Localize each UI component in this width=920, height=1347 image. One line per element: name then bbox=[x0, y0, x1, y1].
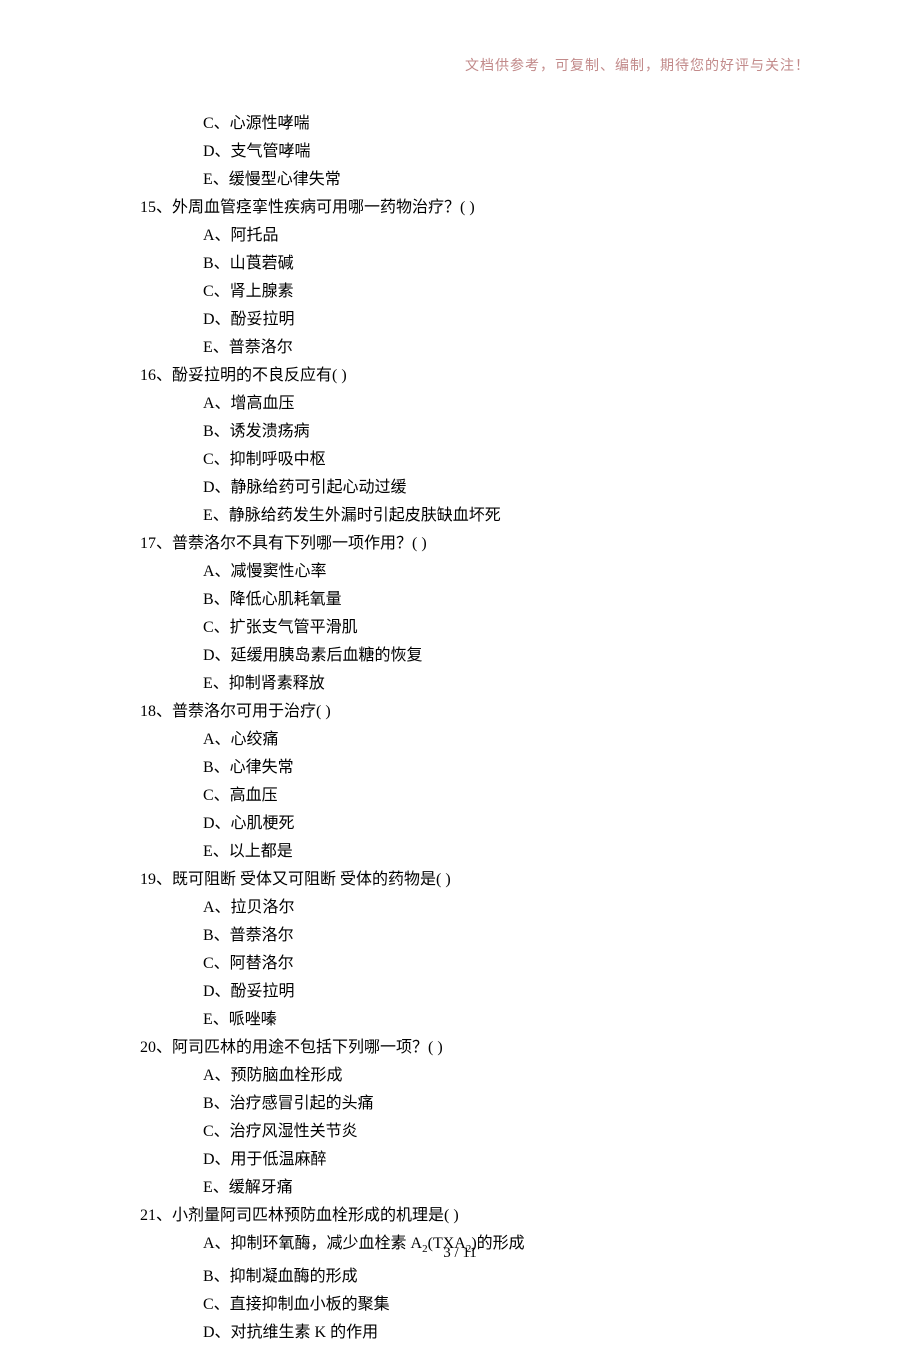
question-number: 19、 bbox=[140, 871, 172, 888]
question-stem: 15、外周血管痉挛性疾病可用哪一药物治疗？( ) bbox=[140, 194, 780, 222]
question-text: 阿司匹林的用途不包括下列哪一项？( ) bbox=[172, 1039, 443, 1056]
question-number: 20、 bbox=[140, 1039, 172, 1056]
list-item: B、治疗感冒引起的头痛 bbox=[140, 1090, 780, 1118]
question-stem: 19、既可阻断 受体又可阻断 受体的药物是( ) bbox=[140, 866, 780, 894]
list-item: B、普萘洛尔 bbox=[140, 922, 780, 950]
list-item: E、静脉给药发生外漏时引起皮肤缺血坏死 bbox=[140, 502, 780, 530]
list-item: A、拉贝洛尔 bbox=[140, 894, 780, 922]
list-item: A、减慢窦性心率 bbox=[140, 558, 780, 586]
list-item: D、静脉给药可引起心动过缓 bbox=[140, 474, 780, 502]
list-item: C、抑制呼吸中枢 bbox=[140, 446, 780, 474]
list-item: C、高血压 bbox=[140, 782, 780, 810]
question-stem: 18、普萘洛尔可用于治疗( ) bbox=[140, 698, 780, 726]
list-item: D、心肌梗死 bbox=[140, 810, 780, 838]
page-number: 3 / 11 bbox=[0, 1245, 920, 1262]
list-item: C、肾上腺素 bbox=[140, 278, 780, 306]
question-text: 普萘洛尔不具有下列哪一项作用？( ) bbox=[172, 535, 427, 552]
list-item: A、增高血压 bbox=[140, 390, 780, 418]
list-item: B、诱发溃疡病 bbox=[140, 418, 780, 446]
question-text: 普萘洛尔可用于治疗( ) bbox=[172, 703, 331, 720]
question-text: 酚妥拉明的不良反应有( ) bbox=[172, 367, 347, 384]
list-item: E、缓解牙痛 bbox=[140, 1174, 780, 1202]
question-text: 小剂量阿司匹林预防血栓形成的机理是( ) bbox=[172, 1207, 459, 1224]
question-number: 15、 bbox=[140, 199, 172, 216]
list-item: C、治疗风湿性关节炎 bbox=[140, 1118, 780, 1146]
question-number: 21、 bbox=[140, 1207, 172, 1224]
list-item: D、酚妥拉明 bbox=[140, 306, 780, 334]
list-item: E、缓慢型心律失常 bbox=[140, 166, 780, 194]
list-item: E、哌唑嗪 bbox=[140, 1006, 780, 1034]
list-item: C、扩张支气管平滑肌 bbox=[140, 614, 780, 642]
list-item: C、心源性哮喘 bbox=[140, 110, 780, 138]
question-number: 16、 bbox=[140, 367, 172, 384]
question-stem: 21、小剂量阿司匹林预防血栓形成的机理是( ) bbox=[140, 1202, 780, 1230]
question-number: 17、 bbox=[140, 535, 172, 552]
list-item: D、支气管哮喘 bbox=[140, 138, 780, 166]
list-item: C、阿替洛尔 bbox=[140, 950, 780, 978]
list-item: D、对抗维生素 K 的作用 bbox=[140, 1319, 780, 1347]
question-text: 既可阻断 受体又可阻断 受体的药物是( ) bbox=[172, 871, 451, 888]
list-item: B、山莨菪碱 bbox=[140, 250, 780, 278]
question-text: 外周血管痉挛性疾病可用哪一药物治疗？( ) bbox=[172, 199, 475, 216]
list-item: E、普萘洛尔 bbox=[140, 334, 780, 362]
question-stem: 17、普萘洛尔不具有下列哪一项作用？( ) bbox=[140, 530, 780, 558]
list-item: A、心绞痛 bbox=[140, 726, 780, 754]
header-note: 文档供参考，可复制、编制，期待您的好评与关注！ bbox=[465, 55, 810, 75]
list-item: E、以上都是 bbox=[140, 838, 780, 866]
document-body: C、心源性哮喘 D、支气管哮喘 E、缓慢型心律失常 15、外周血管痉挛性疾病可用… bbox=[140, 110, 780, 1347]
list-item: A、阿托品 bbox=[140, 222, 780, 250]
list-item: B、抑制凝血酶的形成 bbox=[140, 1263, 780, 1291]
question-number: 18、 bbox=[140, 703, 172, 720]
question-stem: 20、阿司匹林的用途不包括下列哪一项？( ) bbox=[140, 1034, 780, 1062]
list-item: D、延缓用胰岛素后血糖的恢复 bbox=[140, 642, 780, 670]
list-item: E、抑制肾素释放 bbox=[140, 670, 780, 698]
list-item: B、降低心肌耗氧量 bbox=[140, 586, 780, 614]
list-item: D、酚妥拉明 bbox=[140, 978, 780, 1006]
list-item: D、用于低温麻醉 bbox=[140, 1146, 780, 1174]
list-item: B、心律失常 bbox=[140, 754, 780, 782]
list-item: C、直接抑制血小板的聚集 bbox=[140, 1291, 780, 1319]
question-stem: 16、酚妥拉明的不良反应有( ) bbox=[140, 362, 780, 390]
list-item: A、预防脑血栓形成 bbox=[140, 1062, 780, 1090]
